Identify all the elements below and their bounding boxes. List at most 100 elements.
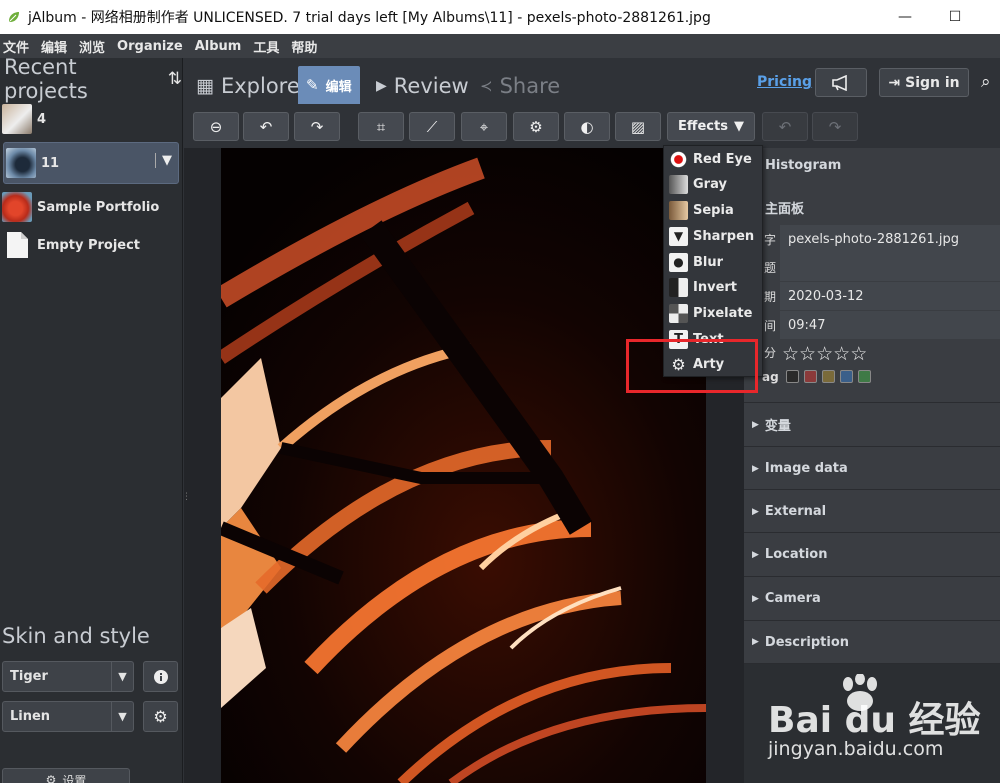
star-icon[interactable]: ☆ xyxy=(782,343,799,365)
flag-swatch-yellow[interactable] xyxy=(822,370,835,383)
rotate-right-icon: ↷ xyxy=(310,117,324,136)
style-select-value: Linen xyxy=(10,709,51,724)
project-label: 11 xyxy=(41,155,60,171)
sort-icon[interactable]: ⇅ xyxy=(168,69,182,89)
description-section[interactable]: ▶ Description xyxy=(744,620,1000,664)
menu-tools[interactable]: 工具 xyxy=(250,37,286,56)
maximize-button[interactable]: ☐ xyxy=(932,0,978,34)
title-field: 题 xyxy=(762,253,1000,281)
tab-explore[interactable]: ▦ Explore xyxy=(196,68,300,104)
flag-swatch-green[interactable] xyxy=(858,370,871,383)
menu-item-label: Blur xyxy=(693,255,724,270)
project-item-selected[interactable]: 11 ▼ xyxy=(3,142,179,184)
settings-button[interactable]: ⚙ 设置 xyxy=(2,768,130,783)
skin-info-button[interactable] xyxy=(143,661,178,692)
splitter-handle[interactable]: ⋮ xyxy=(182,492,191,502)
name-input[interactable]: pexels-photo-2881261.jpg xyxy=(780,225,1000,253)
red-eye-icon xyxy=(669,150,688,169)
tab-review[interactable]: ▶ Review xyxy=(376,68,469,104)
menu-item-blur[interactable]: ● Blur xyxy=(664,250,762,275)
menu-item-sharpen[interactable]: ▼ Sharpen xyxy=(664,224,762,249)
title-input[interactable] xyxy=(780,253,1000,281)
menu-view[interactable]: 浏览 xyxy=(76,37,112,56)
skin-settings-button[interactable]: ⚙ xyxy=(143,701,178,732)
flag-swatch-black[interactable] xyxy=(786,370,799,383)
project-item[interactable]: Sample Portfolio xyxy=(0,188,182,226)
flag-swatch-blue[interactable] xyxy=(840,370,853,383)
expand-arrow-icon: ▶ xyxy=(752,637,759,647)
menu-file[interactable]: 文件 xyxy=(0,37,36,56)
minimize-button[interactable]: — xyxy=(882,0,928,34)
location-section[interactable]: ▶ Location xyxy=(744,532,1000,576)
menu-organize[interactable]: Organize xyxy=(114,39,190,54)
time-input[interactable]: 09:47 xyxy=(780,311,1000,339)
lighthouse-lens-photo xyxy=(221,148,706,783)
star-icon[interactable]: ☆ xyxy=(799,343,816,365)
sharpen-icon: ▼ xyxy=(669,227,688,246)
section-label: External xyxy=(764,504,827,519)
histogram-section[interactable]: Histogram xyxy=(744,150,1000,180)
menu-item-gray[interactable]: Gray xyxy=(664,172,762,197)
expand-arrow-icon: ▶ xyxy=(752,549,759,560)
project-label: Empty Project xyxy=(37,237,141,253)
image-adjust-button[interactable]: ▨ xyxy=(615,112,661,141)
menu-item-pixelate[interactable]: Pixelate xyxy=(664,301,762,326)
announcements-button[interactable] xyxy=(815,68,867,97)
tab-share[interactable]: ≺ Share xyxy=(480,68,560,104)
project-item[interactable]: Empty Project xyxy=(0,226,182,264)
sign-in-icon: ⇥ xyxy=(888,74,901,91)
adjust-button[interactable]: ⚙ xyxy=(513,112,559,141)
pricing-link[interactable]: Pricing xyxy=(757,74,812,90)
skin-select[interactable]: Tiger ▼ xyxy=(2,661,134,692)
menu-item-label: Sepia xyxy=(693,203,734,218)
project-item[interactable]: 4 xyxy=(0,100,182,138)
image-data-section[interactable]: ▶ Image data xyxy=(744,446,1000,490)
photo-preview[interactable] xyxy=(221,148,706,783)
effects-button[interactable]: Effects ▼ xyxy=(667,112,755,141)
rotate-right-button[interactable]: ↷ xyxy=(294,112,340,141)
tab-edit[interactable]: ✎ 编辑 xyxy=(298,66,360,104)
histogram-label: Histogram xyxy=(765,157,842,173)
perspective-button[interactable]: ⌖ xyxy=(461,112,507,141)
flag-swatch-red[interactable] xyxy=(804,370,817,383)
menu-album[interactable]: Album xyxy=(192,39,249,54)
tab-review-label: Review xyxy=(393,74,469,98)
sepia-icon xyxy=(669,201,688,220)
date-input[interactable]: 2020-03-12 xyxy=(780,282,1000,310)
sign-in-label: Sign in xyxy=(905,74,960,91)
camera-section[interactable]: ▶ Camera xyxy=(744,576,1000,620)
menu-item-sepia[interactable]: Sepia xyxy=(664,198,762,223)
undo-button[interactable]: ↶ xyxy=(762,112,808,141)
search-icon[interactable]: ⌕ xyxy=(981,72,991,92)
crop-button[interactable]: ⌗ xyxy=(358,112,404,141)
project-dropdown-icon[interactable]: ▼ xyxy=(155,153,172,168)
menu-edit[interactable]: 编辑 xyxy=(38,37,74,56)
rating-stars[interactable]: ☆☆☆☆☆ xyxy=(782,343,867,365)
contrast-button[interactable]: ◐ xyxy=(564,112,610,141)
redo-button[interactable]: ↷ xyxy=(812,112,858,141)
main-panel-section[interactable]: 主面板 xyxy=(744,192,1000,222)
variables-section[interactable]: ▶ 变量 xyxy=(744,402,1000,446)
rotate-left-button[interactable]: ↶ xyxy=(243,112,289,141)
straighten-button[interactable]: ⟋ xyxy=(409,112,455,141)
menu-item-invert[interactable]: Invert xyxy=(664,275,762,300)
menu-help[interactable]: 帮助 xyxy=(288,37,324,56)
star-icon[interactable]: ☆ xyxy=(816,343,833,365)
sign-in-button[interactable]: ⇥ Sign in xyxy=(879,68,969,97)
menu-item-label: Gray xyxy=(693,177,727,192)
image-icon: ▨ xyxy=(630,117,646,136)
remove-button[interactable]: ⊖ xyxy=(193,112,239,141)
gear-icon: ⚙ xyxy=(153,707,168,726)
star-icon[interactable]: ☆ xyxy=(850,343,867,365)
share-icon: ≺ xyxy=(480,77,493,95)
recent-projects-header: Recent projects ⇅ xyxy=(0,55,182,103)
skin-style-title: Skin and style xyxy=(2,624,150,648)
menu-item-red-eye[interactable]: Red Eye xyxy=(664,147,762,172)
star-icon[interactable]: ☆ xyxy=(833,343,850,365)
jalbum-logo-icon xyxy=(9,12,19,22)
style-select[interactable]: Linen ▼ xyxy=(2,701,134,732)
date-field: 期 2020-03-12 xyxy=(762,282,1000,310)
megaphone-icon xyxy=(832,74,847,91)
external-section[interactable]: ▶ External xyxy=(744,489,1000,533)
crop-icon: ⌗ xyxy=(376,117,386,136)
